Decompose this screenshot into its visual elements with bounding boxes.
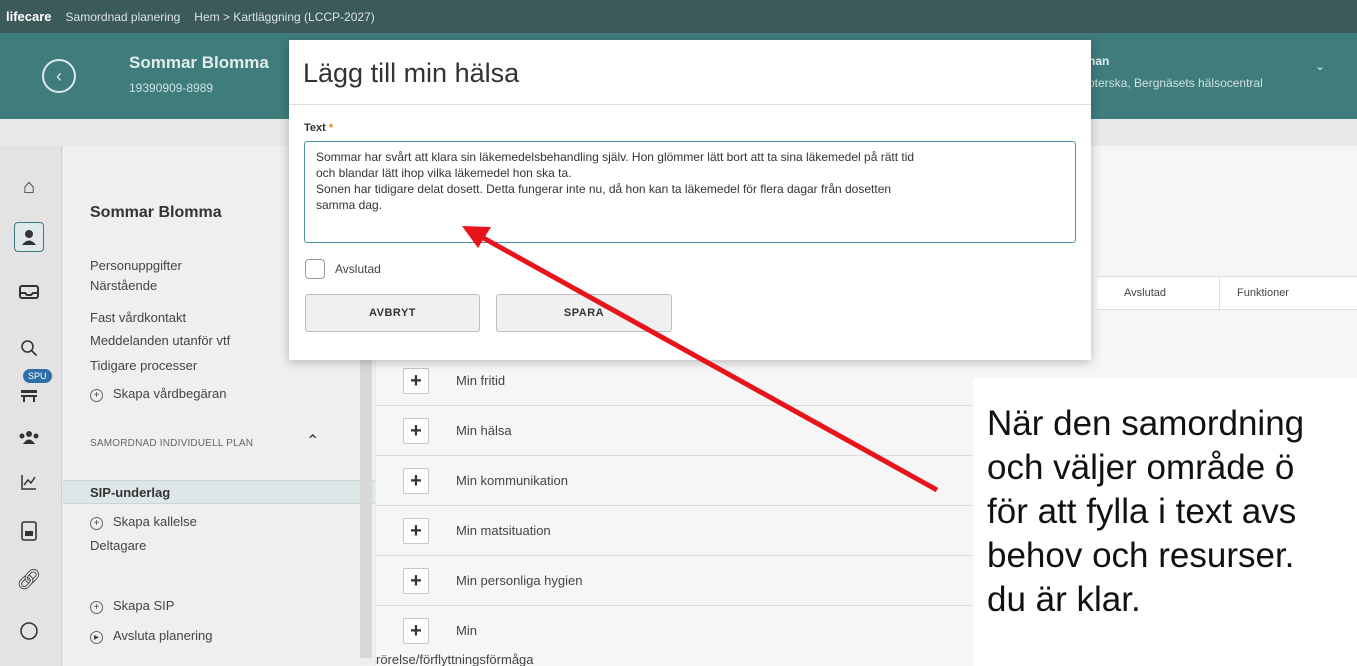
search-icon[interactable] [14, 333, 44, 363]
column-header-avslutad[interactable]: Avslutad [1124, 287, 1166, 299]
dialog-title: Lägg till min hälsa [303, 58, 520, 88]
create-request-label: Skapa vårdbegäran [113, 386, 227, 401]
chevron-down-icon[interactable]: ⌄ [1315, 59, 1325, 73]
user-role: oterska, Bergnäsets hälsocentral [1088, 76, 1263, 90]
add-icon[interactable]: + [403, 368, 429, 394]
sidebar-item-narstaende[interactable]: Närstående [90, 278, 157, 293]
user-name[interactable]: nan [1088, 54, 1109, 68]
annotation-callout: När den samordning och väljer område ö f… [973, 378, 1357, 666]
sidebar-item-tidigare-processer[interactable]: Tidigare processer [90, 358, 197, 373]
icon-rail: ⌂ 🔗︎ [0, 146, 62, 666]
end-planning-link[interactable]: ▸ Avsluta planering [90, 628, 213, 644]
home-icon[interactable]: ⌂ [14, 172, 44, 202]
sidebar-title: Sommar Blomma [90, 204, 222, 221]
row-label: Min personliga hygien [456, 573, 583, 588]
text-field-label: Text * [304, 122, 333, 134]
create-request-link[interactable]: + Skapa vårdbegäran [90, 386, 226, 402]
dialog-divider [289, 104, 1091, 105]
report-icon[interactable] [14, 516, 44, 546]
plus-circle-icon: + [90, 517, 103, 530]
chevron-up-icon[interactable]: ⌃ [306, 431, 319, 451]
completed-checkbox[interactable] [305, 259, 325, 279]
add-icon[interactable]: + [403, 518, 429, 544]
create-call-label: Skapa kallelse [113, 514, 197, 529]
sidebar-item-deltagare[interactable]: Deltagare [90, 538, 146, 553]
row-label: Min [456, 623, 477, 638]
row-label: Min hälsa [456, 423, 512, 438]
required-marker: * [328, 122, 334, 134]
text-input[interactable]: Sommar har svårt att klara sin läkemedel… [304, 141, 1076, 243]
top-bar: lifecare Samordnad planering Hem > Kartl… [0, 0, 1357, 33]
add-health-dialog: Lägg till min hälsa Text * Sommar har sv… [289, 40, 1091, 360]
sidebar-item-personuppgifter[interactable]: Personuppgifter [90, 258, 182, 273]
sidebar-item-active-label: SIP-underlag [90, 485, 171, 500]
create-sip-link[interactable]: + Skapa SIP [90, 598, 174, 614]
help-icon[interactable] [14, 616, 44, 646]
sidebar-item-sip-underlag[interactable]: SIP-underlag [63, 480, 375, 504]
add-icon[interactable]: + [403, 618, 429, 644]
plus-circle-icon: + [90, 601, 103, 614]
add-icon[interactable]: + [403, 418, 429, 444]
create-call-link[interactable]: + Skapa kallelse [90, 514, 197, 530]
table-header: Avslutad Funktioner [1097, 276, 1357, 311]
sip-section-header[interactable]: SAMORDNAD INDIVIDUELL PLAN [90, 438, 253, 449]
create-sip-label: Skapa SIP [113, 598, 175, 613]
column-header-funktioner[interactable]: Funktioner [1237, 287, 1289, 299]
sidebar-item-meddelanden[interactable]: Meddelanden utanför vtf [90, 333, 230, 348]
completed-checkbox-label[interactable]: Avslutad [335, 262, 381, 276]
patient-id: 19390909-8989 [129, 81, 214, 95]
row-label: Min matsituation [456, 523, 551, 538]
app-name-link[interactable]: Samordnad planering [66, 10, 181, 24]
cancel-button[interactable]: AVBRYT [305, 294, 480, 332]
row-label: Min fritid [456, 373, 506, 388]
save-button[interactable]: SPARA [496, 294, 672, 332]
inbox-icon[interactable] [14, 277, 44, 307]
row-label-continued: rörelse/förflyttningsförmåga [376, 652, 534, 666]
bench-icon[interactable] [14, 380, 44, 410]
add-icon[interactable]: + [403, 468, 429, 494]
chart-icon[interactable] [14, 467, 44, 497]
breadcrumb[interactable]: Hem > Kartläggning (LCCP-2027) [194, 10, 374, 24]
group-icon[interactable] [14, 422, 44, 452]
end-planning-label: Avsluta planering [113, 628, 213, 643]
plus-circle-icon: + [90, 389, 103, 402]
row-label: Min kommunikation [456, 473, 568, 488]
app-logo: lifecare [6, 9, 52, 24]
patient-icon[interactable] [14, 222, 44, 252]
annotation-text: När den samordning och väljer område ö f… [987, 404, 1305, 619]
sidebar-item-fast-vardkontakt[interactable]: Fast vårdkontakt [90, 310, 186, 325]
add-icon[interactable]: + [403, 568, 429, 594]
spu-badge: SPU [23, 369, 52, 383]
back-arrow-icon[interactable]: ‹ [42, 59, 76, 93]
patient-name: Sommar Blomma [129, 53, 269, 72]
link-icon[interactable]: 🔗︎ [14, 564, 44, 594]
text-label: Text [304, 122, 326, 134]
end-circle-icon: ▸ [90, 631, 103, 644]
